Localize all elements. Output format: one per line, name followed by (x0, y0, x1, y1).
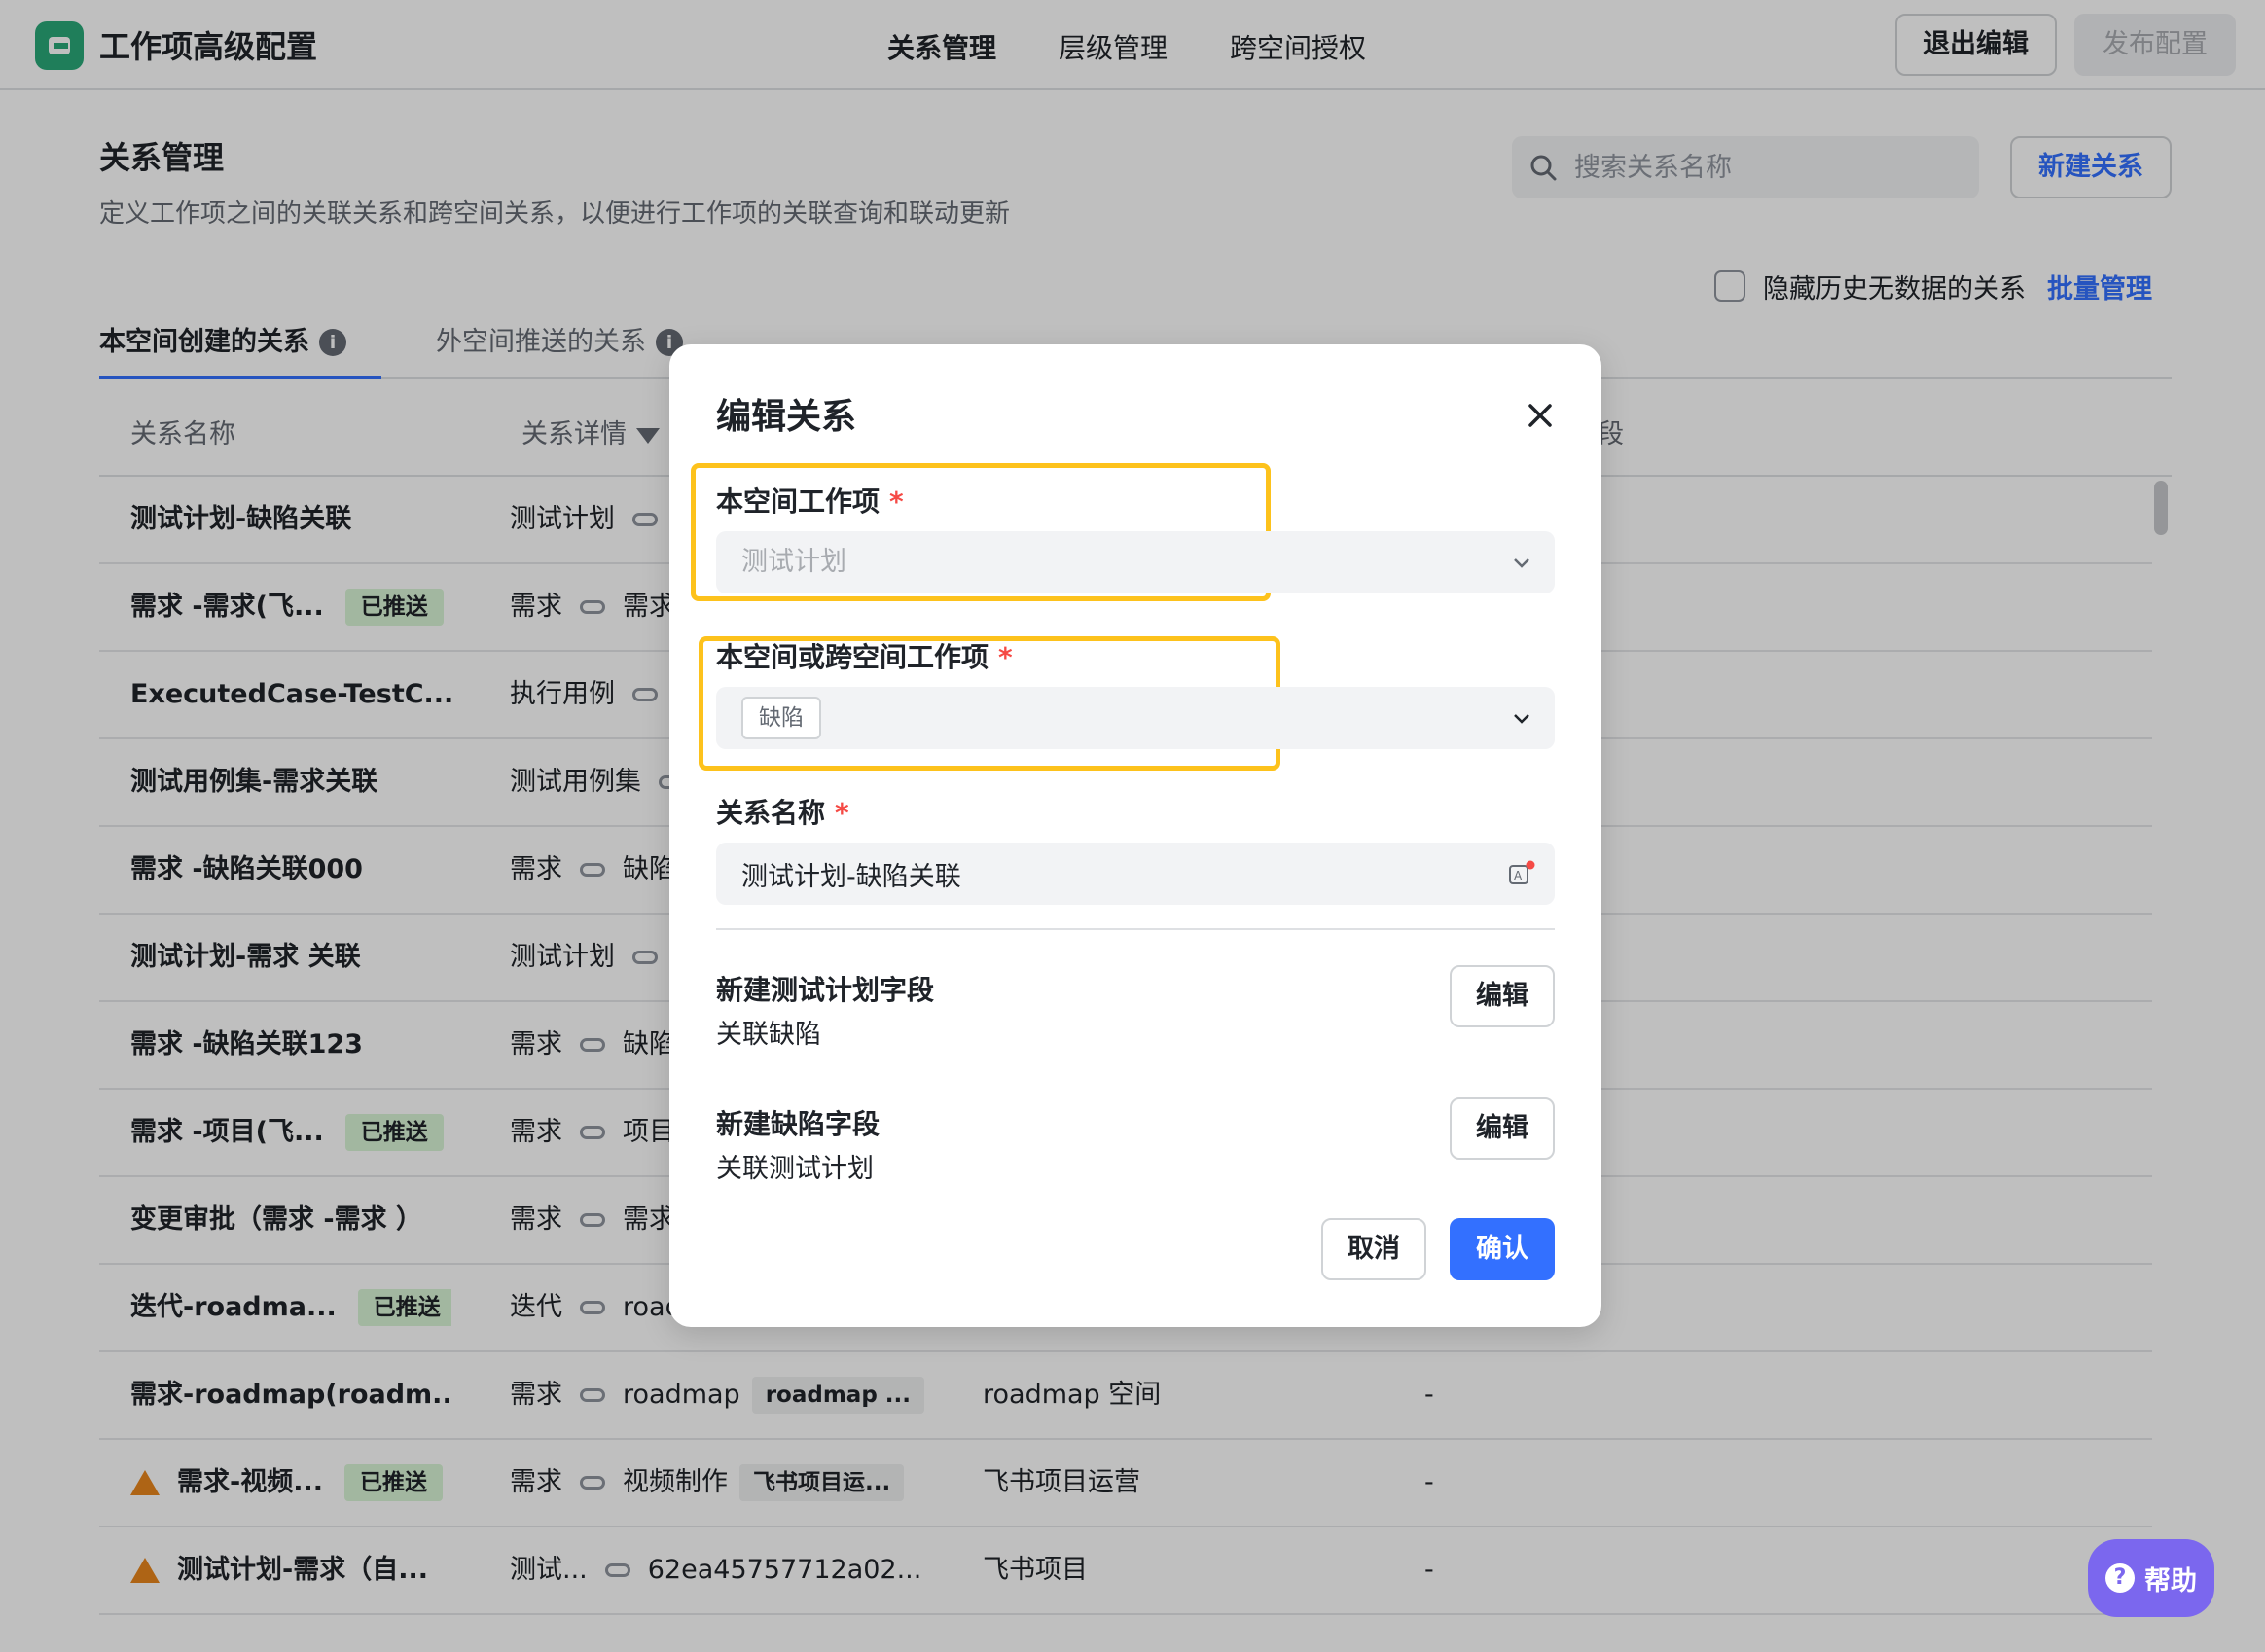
target-item-select[interactable]: 缺陷 (716, 687, 1555, 749)
source-item-label: 本空间工作项 * (716, 483, 904, 521)
section1-subtitle: 关联缺陷 (716, 1020, 821, 1050)
edit-relation-modal: 编辑关系 本空间工作项* 测试计划 本空间或跨空间工作项* 缺陷 关系名称* A… (669, 344, 1601, 1327)
chevron-down-icon (1514, 558, 1529, 568)
target-item-chip: 缺陷 (741, 697, 821, 739)
close-icon[interactable] (1518, 393, 1563, 438)
target-item-label-text: 本空间或跨空间工作项 (716, 641, 989, 673)
cancel-button[interactable]: 取消 (1321, 1218, 1426, 1280)
source-item-select[interactable]: 测试计划 (716, 531, 1555, 593)
target-item-label: 本空间或跨空间工作项 * (716, 638, 1013, 677)
modal-divider (716, 928, 1555, 930)
svg-text:A: A (1514, 869, 1523, 882)
confirm-button[interactable]: 确认 (1450, 1218, 1555, 1280)
edit-field-button-2[interactable]: 编辑 (1450, 1097, 1555, 1160)
relation-name-label: 关系名称 * (716, 794, 849, 833)
relation-name-field[interactable]: A (716, 843, 1555, 905)
help-label: 帮助 (2144, 1565, 2197, 1597)
required-mark: * (835, 797, 849, 829)
edit-field-button-1[interactable]: 编辑 (1450, 965, 1555, 1027)
section2-subtitle: 关联测试计划 (716, 1154, 874, 1184)
required-mark: * (889, 485, 904, 518)
question-icon: ? (2105, 1563, 2135, 1593)
relation-name-label-text: 关系名称 (716, 797, 826, 829)
source-item-label-text: 本空间工作项 (716, 485, 881, 518)
relation-name-input[interactable] (741, 843, 1481, 905)
modal-title: 编辑关系 (716, 397, 857, 437)
section2-title: 新建缺陷字段 (716, 1108, 881, 1140)
required-mark: * (998, 641, 1013, 673)
source-item-value: 测试计划 (741, 547, 846, 577)
help-button[interactable]: ? 帮助 (2088, 1539, 2214, 1617)
translate-icon[interactable]: A (1508, 860, 1535, 887)
section1-title: 新建测试计划字段 (716, 974, 935, 1006)
chevron-down-icon (1514, 714, 1529, 724)
